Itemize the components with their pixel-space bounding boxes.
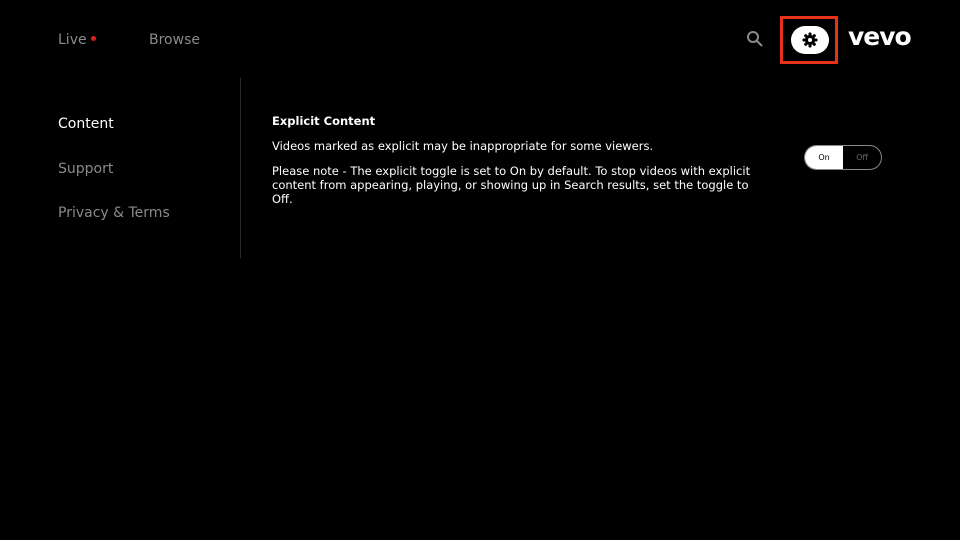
nav-browse[interactable]: Browse (149, 32, 200, 48)
nav-live-label: Live (58, 32, 87, 48)
gear-icon (802, 32, 818, 48)
settings-button[interactable] (791, 26, 829, 54)
vevo-logo: vevo (848, 22, 912, 51)
nav-live[interactable]: Live (58, 32, 96, 48)
toggle-on[interactable]: On (805, 146, 843, 169)
live-dot-icon (90, 35, 96, 41)
section-description: Videos marked as explicit may be inappro… (272, 139, 654, 153)
toggle-off[interactable]: Off (843, 146, 881, 169)
divider (240, 78, 241, 258)
sidebar-item-content[interactable]: Content (58, 116, 114, 132)
section-note: Please note - The explicit toggle is set… (272, 164, 751, 206)
section-title: Explicit Content (272, 114, 376, 128)
sidebar-item-support[interactable]: Support (58, 161, 113, 177)
explicit-toggle[interactable]: On Off (804, 145, 882, 170)
sidebar-item-privacy[interactable]: Privacy & Terms (58, 205, 170, 221)
settings-highlight (780, 16, 838, 64)
search-icon[interactable] (746, 30, 764, 48)
